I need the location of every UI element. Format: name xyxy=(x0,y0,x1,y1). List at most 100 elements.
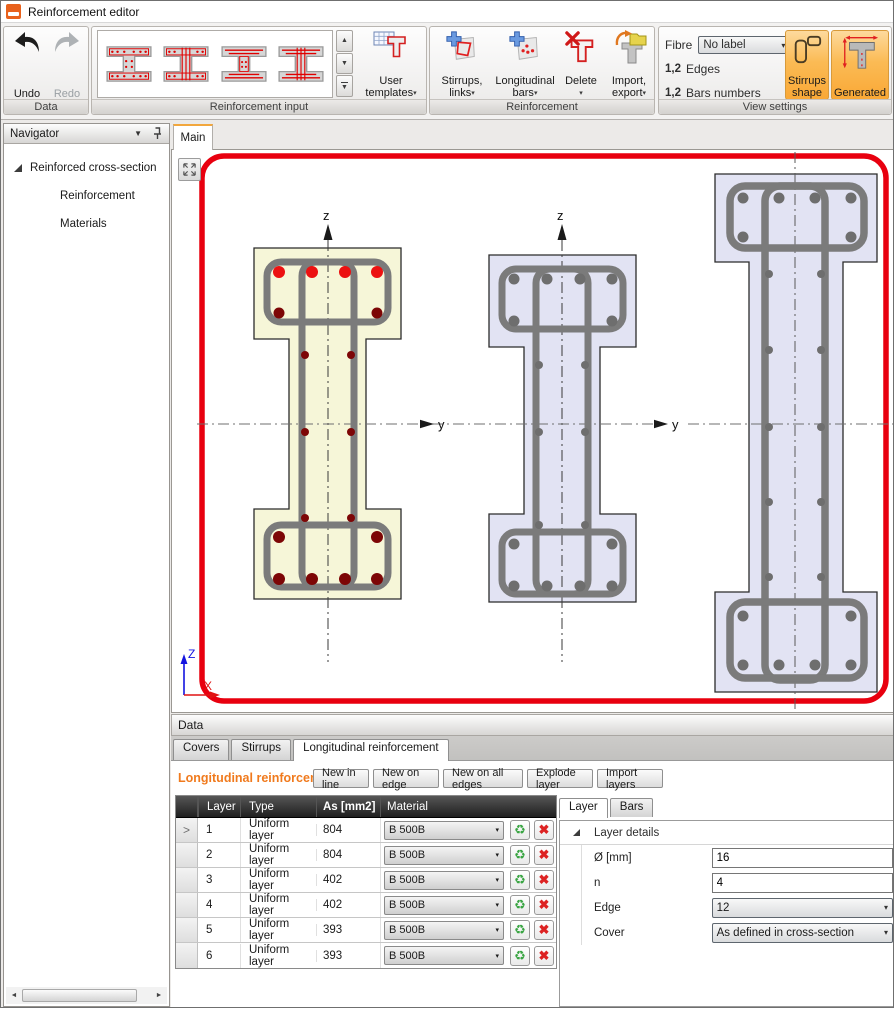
tab-longitudinal-reinforcement[interactable]: Longitudinal reinforcement xyxy=(293,739,449,761)
delete-icon: ✖ xyxy=(539,897,550,913)
dropdown-icon: ▾ xyxy=(495,926,499,934)
cell-layer: 6 xyxy=(198,950,240,962)
tree-item-reinforcement[interactable]: Reinforcement xyxy=(4,182,169,210)
table-row[interactable]: 6 Uniform layer 393 B 500B▾ ♻ ✖ xyxy=(176,943,556,968)
longitudinal-bars-icon xyxy=(508,30,542,64)
tab-covers[interactable]: Covers xyxy=(173,739,229,760)
edges-toggle[interactable]: 1,2 Edges xyxy=(665,62,720,76)
cover-select[interactable]: As defined in cross-section ▾ xyxy=(712,923,893,943)
new-on-edge-button[interactable]: New on edge xyxy=(373,769,439,788)
stirrups-links-button[interactable]: Stirrups, links▾ xyxy=(434,30,490,100)
table-row[interactable]: 3 Uniform layer 402 B 500B▾ ♻ ✖ xyxy=(176,868,556,893)
delete-layer-button[interactable]: ✖ xyxy=(534,820,554,840)
explode-layer-button[interactable]: Explode layer xyxy=(527,769,593,788)
template-ibeam-combined-bars[interactable] xyxy=(274,34,328,94)
row-selector[interactable] xyxy=(176,868,198,892)
gallery-scroll-up-button[interactable]: ▲ xyxy=(336,30,353,52)
data-panel-tabbar: Covers Stirrups Longitudinal reinforceme… xyxy=(171,736,893,761)
tab-layer[interactable]: Layer xyxy=(559,798,608,818)
delete-button[interactable]: Delete▾ xyxy=(560,30,602,100)
tab-main-label: Main xyxy=(181,132,206,144)
delete-layer-button[interactable]: ✖ xyxy=(534,920,554,940)
material-select[interactable]: B 500B▾ xyxy=(384,896,504,915)
layer-details-title: Layer details xyxy=(594,827,659,839)
gallery-scroll-down-button[interactable]: ▼ xyxy=(336,53,353,75)
bars-numbers-toggle[interactable]: 1,2 Bars numbers xyxy=(665,86,761,100)
row-selector[interactable] xyxy=(176,943,198,968)
zoom-extents-button[interactable] xyxy=(178,158,201,181)
material-select[interactable]: B 500B▾ xyxy=(384,946,504,965)
tab-stirrups[interactable]: Stirrups xyxy=(231,739,291,760)
material-select[interactable]: B 500B▾ xyxy=(384,921,504,940)
section-expander-icon[interactable] xyxy=(573,829,580,836)
diameter-input[interactable] xyxy=(712,848,893,868)
import-export-button[interactable]: Import, export▾ xyxy=(604,30,654,100)
tab-main[interactable]: Main xyxy=(173,124,213,150)
delete-icon: ✖ xyxy=(539,822,550,838)
refresh-material-button[interactable]: ♻ xyxy=(510,870,530,890)
n-input[interactable] xyxy=(712,873,893,893)
edges-label: Edges xyxy=(686,62,720,76)
header-layer: Layer xyxy=(198,796,240,817)
layer-details-section[interactable]: Layer details xyxy=(560,821,893,845)
cell-layer: 5 xyxy=(198,924,240,936)
refresh-material-button[interactable]: ♻ xyxy=(510,845,530,865)
cell-type: Uniform layer xyxy=(240,818,316,842)
template-ibeam-dots[interactable] xyxy=(102,34,156,94)
navigator-menu-icon[interactable]: ▼ xyxy=(134,129,142,138)
delete-layer-button[interactable]: ✖ xyxy=(534,870,554,890)
table-row[interactable]: 2 Uniform layer 804 B 500B▾ ♻ ✖ xyxy=(176,843,556,868)
undo-button[interactable]: Undo xyxy=(8,30,46,100)
button-label: New on all edges xyxy=(452,767,514,791)
material-select[interactable]: B 500B▾ xyxy=(384,821,504,840)
scroll-left-icon[interactable]: ◄ xyxy=(6,987,22,1004)
group-label-data: Data xyxy=(4,99,88,114)
generated-toggle[interactable]: Generated xyxy=(831,30,889,100)
row-selector[interactable] xyxy=(176,843,198,867)
fibre-select[interactable]: No label ▾ xyxy=(698,36,790,54)
row-gutter xyxy=(560,870,582,895)
import-layers-button[interactable]: Import layers xyxy=(597,769,663,788)
refresh-material-button[interactable]: ♻ xyxy=(510,946,530,966)
refresh-material-button[interactable]: ♻ xyxy=(510,820,530,840)
material-select[interactable]: B 500B▾ xyxy=(384,846,504,865)
refresh-material-button[interactable]: ♻ xyxy=(510,895,530,915)
scroll-right-icon[interactable]: ► xyxy=(151,987,167,1004)
header-type: Type xyxy=(240,796,316,817)
group-label-reinforcement: Reinforcement xyxy=(430,99,654,114)
gallery-expand-button[interactable]: ▼ xyxy=(336,75,353,97)
refresh-material-button[interactable]: ♻ xyxy=(510,920,530,940)
table-row[interactable]: 4 Uniform layer 402 B 500B▾ ♻ ✖ xyxy=(176,893,556,918)
tab-bars[interactable]: Bars xyxy=(610,798,654,817)
delete-layer-button[interactable]: ✖ xyxy=(534,895,554,915)
row-selector[interactable]: > xyxy=(176,818,198,842)
tree-item-materials[interactable]: Materials xyxy=(4,210,169,238)
template-ibeam-horizontal-bars[interactable] xyxy=(217,34,271,94)
tree-item-reinforced-cross-section[interactable]: Reinforced cross-section xyxy=(4,154,169,182)
new-in-line-button[interactable]: New in line xyxy=(313,769,369,788)
pin-icon[interactable] xyxy=(152,127,163,141)
tree-expander-icon[interactable] xyxy=(14,164,22,172)
delete-layer-button[interactable]: ✖ xyxy=(534,946,554,966)
edge-select[interactable]: 12 ▾ xyxy=(712,898,893,918)
row-selector[interactable] xyxy=(176,893,198,917)
navigator-horizontal-scrollbar[interactable]: ◄ ► xyxy=(6,987,167,1004)
dropdown-icon: ▾ xyxy=(643,90,647,97)
cell-layer: 2 xyxy=(198,849,240,861)
new-on-all-edges-button[interactable]: New on all edges xyxy=(443,769,523,788)
drawing-canvas[interactable]: z z y y xyxy=(171,149,893,713)
longitudinal-bars-button[interactable]: Longitudinal bars▾ xyxy=(492,30,558,100)
template-ibeam-vertical-bars[interactable] xyxy=(159,34,213,94)
scrollbar-thumb[interactable] xyxy=(22,989,137,1002)
table-row[interactable]: > 1 Uniform layer 804 B 500B▾ ♻ ✖ xyxy=(176,818,556,843)
material-select[interactable]: B 500B▾ xyxy=(384,871,504,890)
layer-details-panel: Layer Bars Layer details Ø [mm] xyxy=(559,798,893,1007)
table-row[interactable]: 5 Uniform layer 393 B 500B▾ ♻ ✖ xyxy=(176,918,556,943)
redo-button[interactable]: Redo xyxy=(48,30,86,100)
dropdown-icon: ▾ xyxy=(534,90,538,97)
delete-layer-button[interactable]: ✖ xyxy=(534,845,554,865)
user-templates-button[interactable]: User templates▾ xyxy=(358,30,424,100)
user-templates-label: User templates▾ xyxy=(358,75,424,100)
stirrups-shape-toggle[interactable]: Stirrups shape xyxy=(785,30,829,100)
row-selector[interactable] xyxy=(176,918,198,942)
